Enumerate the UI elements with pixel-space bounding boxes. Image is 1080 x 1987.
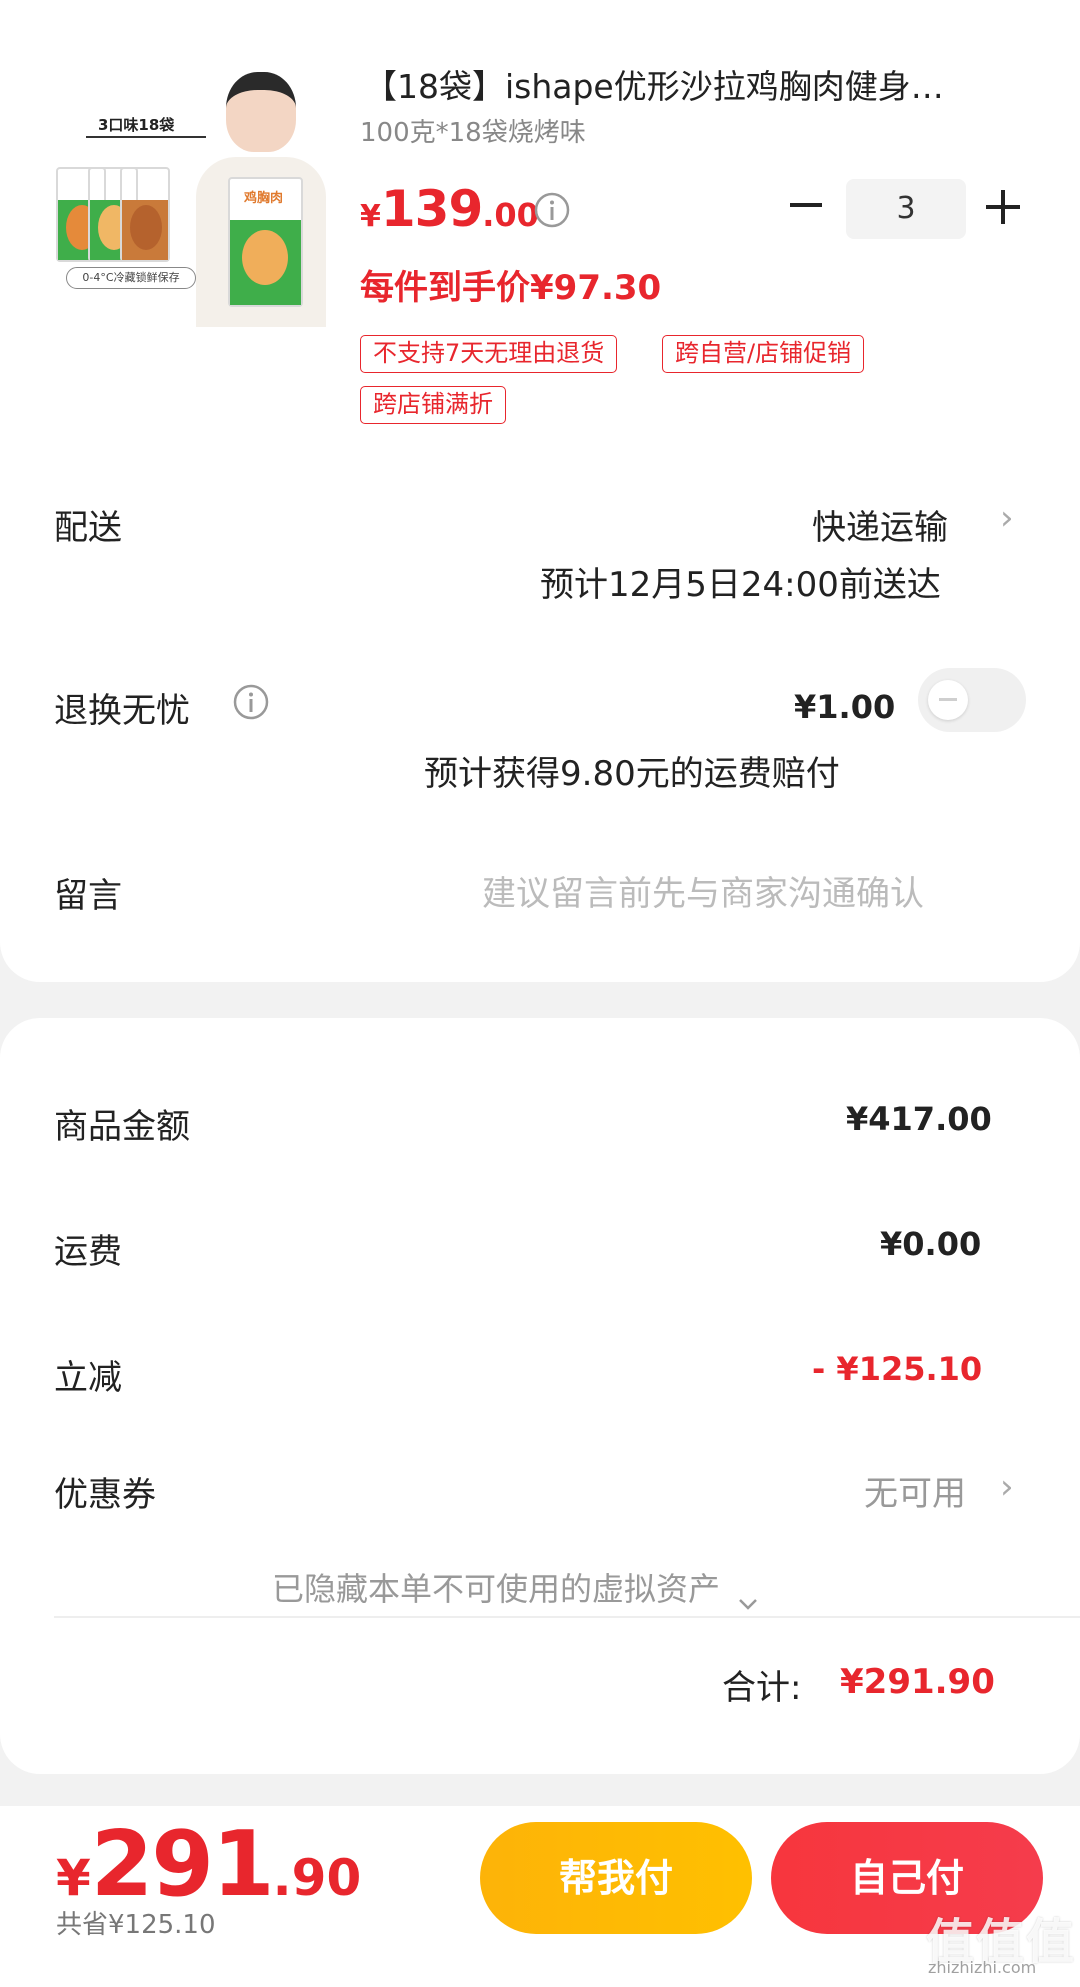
tag-cross-discount: 跨店铺满折 (360, 386, 506, 424)
hidden-assets-toggle[interactable]: 已隐藏本单不可使用的虚拟资产 (272, 1564, 758, 1610)
price-info-icon[interactable] (533, 191, 571, 229)
price-integer: 139 (380, 180, 483, 238)
delivery-chevron-icon[interactable]: › (1000, 498, 1014, 538)
coupon-chevron-icon[interactable]: › (1000, 1467, 1014, 1507)
help-pay-button[interactable]: 帮我付 (480, 1822, 752, 1934)
quantity-decrease-button[interactable] (788, 187, 824, 223)
tag-no-return: 不支持7天无理由退货 (360, 335, 618, 373)
model-head (226, 72, 296, 152)
toggle-knob (928, 680, 968, 720)
image-storage-tag: 0-4°C冷藏锁鲜保存 (66, 267, 196, 289)
goods-amount-label: 商品金额 (54, 1107, 190, 1147)
price-decimal: .00 (482, 196, 539, 234)
return-insurance-toggle[interactable] (918, 668, 1026, 732)
image-badge-text: 3口味18袋 (98, 116, 175, 134)
price-currency: ¥ (360, 199, 381, 234)
bottom-price-integer: 291 (90, 1812, 275, 1917)
total-saved: 共省¥125.10 (56, 1910, 216, 1940)
watermark-url: zhizhizhi.com (928, 1958, 1037, 1977)
product-title[interactable]: 【18袋】ishape优形沙拉鸡胸肉健身… (364, 60, 944, 108)
delivery-label: 配送 (54, 508, 122, 548)
discount-label: 立减 (54, 1358, 122, 1398)
image-badge-underline (86, 136, 206, 138)
tag-cross-promo: 跨自营/店铺促销 (662, 335, 865, 373)
product-image[interactable]: 3口味18袋 0-4°C冷藏锁鲜保存 鸡胸肉 (56, 62, 326, 327)
total-label: 合计: (722, 1668, 802, 1708)
return-info-icon[interactable] (232, 683, 270, 721)
pack-label: 鸡胸肉 (244, 191, 284, 206)
bottom-price-currency: ¥ (56, 1849, 91, 1907)
return-insurance-price: ¥1.00 (794, 688, 896, 726)
quantity-input[interactable]: 3 (846, 179, 966, 239)
total-value: ¥291.90 (840, 1662, 995, 1702)
order-item-card: 3口味18袋 0-4°C冷藏锁鲜保存 鸡胸肉 【18袋】ishape优形沙拉鸡胸… (0, 0, 1080, 982)
message-input[interactable]: 建议留言前先与商家沟通确认 (482, 866, 924, 915)
shipping-value: ¥0.00 (880, 1225, 982, 1263)
discount-value: - ¥125.10 (812, 1350, 983, 1388)
unit-final-price: 每件到手价¥97.30 (360, 268, 662, 308)
chevron-down-icon (738, 1581, 758, 1610)
coupon-value[interactable]: 无可用 (864, 1466, 966, 1515)
bottom-price-decimal: .90 (272, 1849, 362, 1907)
shipping-label: 运费 (54, 1232, 122, 1272)
goods-amount-value: ¥417.00 (846, 1100, 992, 1138)
message-label: 留言 (54, 876, 122, 916)
delivery-method[interactable]: 快递运输 (812, 500, 948, 549)
return-insurance-note: 预计获得9.80元的运费赔付 (424, 754, 840, 794)
summary-divider (54, 1616, 1080, 1618)
delivery-eta: 预计12月5日24:00前送达 (540, 565, 941, 605)
hidden-assets-text: 已隐藏本单不可使用的虚拟资产 (272, 1570, 721, 1608)
product-price: ¥139.00 (360, 180, 539, 238)
coupon-label: 优惠券 (54, 1475, 156, 1515)
model-held-pack: 鸡胸肉 (228, 177, 303, 307)
return-insurance-label: 退换无忧 (54, 691, 190, 731)
quantity-increase-button[interactable] (986, 190, 1020, 224)
bottom-total-price: ¥291.90 (56, 1812, 361, 1917)
product-pack-3 (120, 167, 170, 262)
product-spec[interactable]: 100克*18袋烧烤味 (360, 112, 586, 149)
